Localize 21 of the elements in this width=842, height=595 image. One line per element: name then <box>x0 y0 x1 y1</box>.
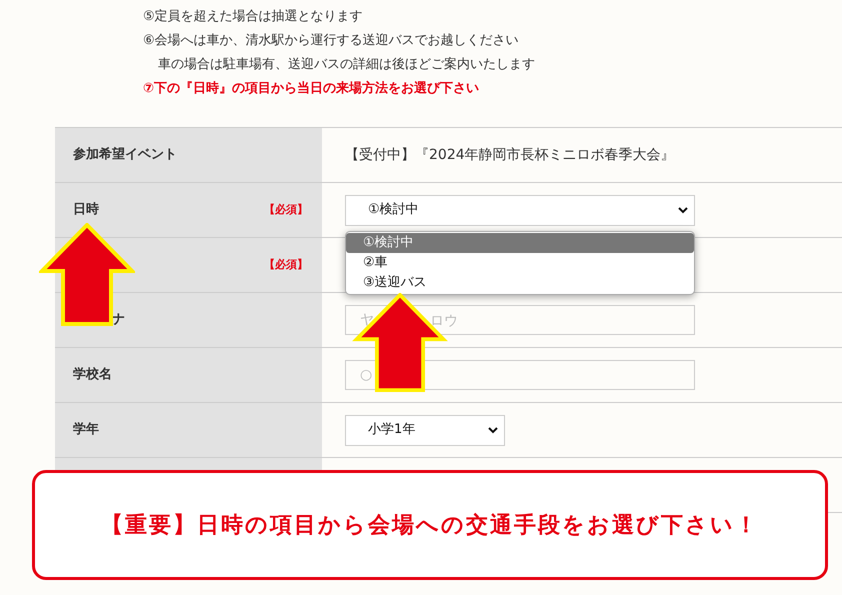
field-label: 学年 <box>72 421 99 440</box>
field-label: 参加希望イベント <box>72 146 177 164</box>
chevron-down-icon <box>678 206 688 214</box>
chevron-down-icon <box>488 426 498 434</box>
callout-text: 【重要】日時の項目から会場への交通手段をお選び下さい！ <box>101 512 759 540</box>
event-name: 【受付中】『2024年静岡市長杯ミニロボ春季大会』 <box>345 146 675 164</box>
required-label: 【必須】 <box>264 256 308 273</box>
required-label: 【必須】 <box>264 202 308 218</box>
select-dropdown[interactable]: ①検討中 <box>345 194 695 226</box>
field-label: 学校名 <box>72 366 112 384</box>
note-text: ⑦下の『日時』の項目から当日の来場方法をお選び下さい <box>143 80 480 98</box>
field-label: ナ <box>111 311 125 330</box>
select-dropdown[interactable]: 小学1年 <box>345 414 505 446</box>
dropdown-option[interactable]: ③送迎バス <box>346 272 694 292</box>
dropdown-option[interactable]: ②車 <box>346 252 694 272</box>
note-text: 車の場合は駐車場有、送迎バスの詳細は後ほどご案内いたします <box>157 56 536 74</box>
note-text: ⑤定員を超えた場合は抽選となります <box>143 8 364 26</box>
dropdown-option[interactable]: ①検討中 <box>346 232 694 252</box>
note-text: ⑥会場へは車か、清水駅から運行する送迎バスでお越しください <box>143 32 520 50</box>
field-label: 日時 <box>72 201 99 220</box>
up-arrow-icon <box>39 223 135 327</box>
